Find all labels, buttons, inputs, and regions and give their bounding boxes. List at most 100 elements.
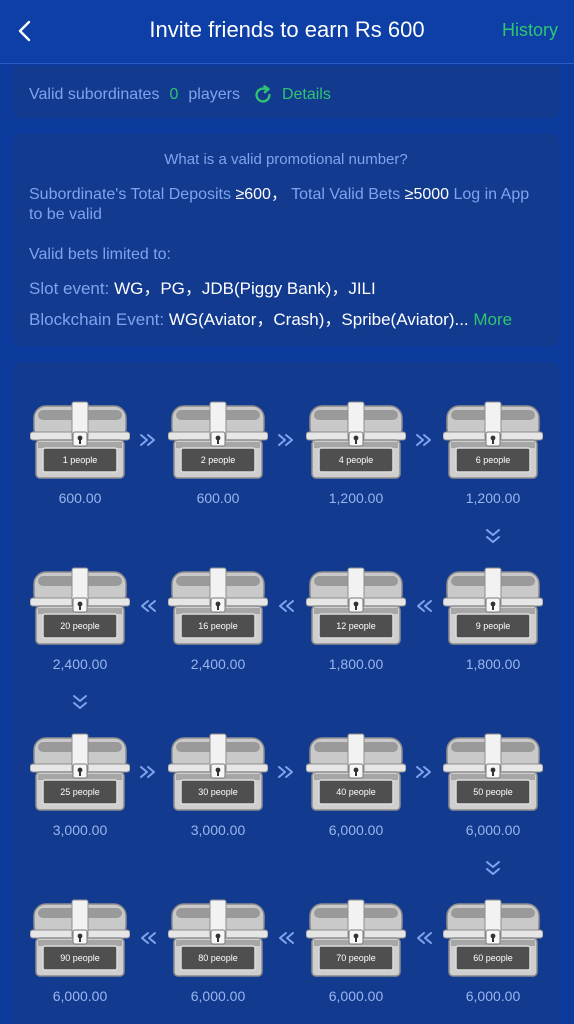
reward-chest[interactable]: 9 people [443, 566, 543, 648]
chest-people-label: 9 people [475, 621, 511, 631]
chest-people-label: 20 people [60, 621, 100, 631]
slot-event-label: Slot event: [29, 279, 110, 298]
reward-chest[interactable]: 6 people [443, 400, 543, 482]
chest-people-label: 60 people [473, 953, 513, 963]
flow-arrow-down [70, 694, 90, 710]
double-chevron-right-icon [278, 766, 293, 778]
flow-arrow-left [276, 930, 296, 946]
reward-chest[interactable]: 1 people [30, 400, 130, 482]
reward-chest[interactable]: 90 people [30, 898, 130, 980]
reward-amount: 6,000.00 [465, 988, 521, 1004]
chest-people-label: 12 people [336, 621, 376, 631]
reward-amount: 6,000.00 [52, 988, 108, 1004]
double-chevron-left-icon [279, 932, 294, 944]
blockchain-event-label: Blockchain Event: [29, 310, 165, 329]
reward-amount: 3,000.00 [52, 822, 108, 838]
reward-chest[interactable]: 12 people [306, 566, 406, 648]
more-link[interactable]: More [473, 310, 512, 329]
flow-arrow-left [414, 598, 434, 614]
double-chevron-right-icon [416, 766, 431, 778]
reward-chest[interactable]: 25 people [30, 732, 130, 814]
reward-amount: 1,800.00 [465, 656, 521, 672]
flow-arrow-right [414, 432, 434, 448]
page-title: Invite friends to earn Rs 600 [149, 17, 425, 42]
slot-event-line: Slot event: WG，PG，JDB(Piggy Bank)，JILI [29, 274, 376, 299]
reward-chest[interactable]: 70 people [306, 898, 406, 980]
flow-arrow-down [483, 860, 503, 876]
flow-arrow-right [138, 432, 158, 448]
reward-amount: 6,000.00 [465, 822, 521, 838]
subordinates-row: Valid subordinates 0 players Details [29, 84, 331, 106]
rules-title: What is a valid promotional number? [164, 151, 408, 168]
deposit-value: ≥600 [235, 186, 271, 203]
flow-arrow-down [483, 528, 503, 544]
chest-people-label: 6 people [475, 455, 511, 465]
history-link[interactable]: History [502, 20, 558, 41]
double-chevron-down-icon [73, 695, 87, 709]
reward-amount: 6,000.00 [328, 822, 384, 838]
chest-people-label: 16 people [198, 621, 238, 631]
reward-amount: 2,400.00 [190, 656, 246, 672]
reward-chest[interactable]: 30 people [168, 732, 268, 814]
reward-amount: 600.00 [58, 490, 102, 506]
chest-people-label: 90 people [60, 953, 100, 963]
chest-people-label: 2 people [200, 455, 236, 465]
slot-event-value: WG，PG，JDB(Piggy Bank)，JILI [114, 279, 376, 298]
reward-chest[interactable]: 60 people [443, 898, 543, 980]
reward-chest[interactable]: 20 people [30, 566, 130, 648]
double-chevron-right-icon [140, 766, 155, 778]
reward-amount: 1,200.00 [328, 490, 384, 506]
flow-arrow-left [414, 930, 434, 946]
top-bar: Invite friends to earn Rs 600 History [0, 0, 574, 64]
double-chevron-down-icon [486, 861, 500, 875]
double-chevron-left-icon [417, 932, 432, 944]
rules-card: What is a valid promotional number? Subo… [13, 134, 559, 346]
reward-chest[interactable]: 16 people [168, 566, 268, 648]
flow-arrow-right [138, 764, 158, 780]
reward-chest[interactable]: 2 people [168, 400, 268, 482]
chest-people-label: 70 people [336, 953, 376, 963]
reward-chest[interactable]: 40 people [306, 732, 406, 814]
subordinates-card: Valid subordinates 0 players Details [13, 66, 559, 118]
valid-bets-title: Valid bets limited to: [29, 246, 171, 263]
chest-people-label: 50 people [473, 787, 513, 797]
chest-people-label: 30 people [198, 787, 238, 797]
flow-arrow-left [138, 598, 158, 614]
double-chevron-right-icon [416, 434, 431, 446]
chest-people-label: 1 people [62, 455, 98, 465]
reward-amount: 1,800.00 [328, 656, 384, 672]
rewards-grid: 1 people 600.00 2 people 600.00 4 people 1,20… [13, 362, 559, 1024]
chest-people-label: 4 people [338, 455, 374, 465]
blockchain-event-line: Blockchain Event: WG(Aviator，Crash)，Spri… [29, 305, 512, 330]
refresh-icon[interactable] [252, 84, 274, 106]
double-chevron-left-icon [141, 600, 156, 612]
double-chevron-right-icon [278, 434, 293, 446]
bets-label: Total Valid Bets [291, 186, 401, 203]
flow-arrow-left [138, 930, 158, 946]
requirements-text: Subordinate's Total Deposits ≥600， Total… [29, 185, 539, 225]
reward-chest[interactable]: 50 people [443, 732, 543, 814]
reward-amount: 1,200.00 [465, 490, 521, 506]
double-chevron-right-icon [140, 434, 155, 446]
reward-amount: 2,400.00 [52, 656, 108, 672]
reward-chest[interactable]: 80 people [168, 898, 268, 980]
reward-amount: 6,000.00 [328, 988, 384, 1004]
subordinates-count: 0 [169, 86, 179, 103]
chest-people-label: 80 people [198, 953, 238, 963]
deposit-separator: ， [270, 186, 287, 203]
double-chevron-down-icon [486, 529, 500, 543]
double-chevron-left-icon [279, 600, 294, 612]
details-link[interactable]: Details [282, 86, 331, 104]
bets-value: ≥5000 [404, 186, 450, 203]
flow-arrow-right [276, 764, 296, 780]
blockchain-event-value: WG(Aviator，Crash)，Spribe(Aviator)... [168, 310, 469, 329]
chest-people-label: 40 people [336, 787, 376, 797]
subordinates-label: Valid subordinates [29, 86, 160, 103]
subordinates-unit: players [188, 86, 240, 103]
double-chevron-left-icon [141, 932, 156, 944]
reward-chest[interactable]: 4 people [306, 400, 406, 482]
reward-amount: 3,000.00 [190, 822, 246, 838]
deposit-label: Subordinate's Total Deposits [29, 186, 231, 203]
flow-arrow-left [276, 598, 296, 614]
reward-amount: 600.00 [196, 490, 240, 506]
